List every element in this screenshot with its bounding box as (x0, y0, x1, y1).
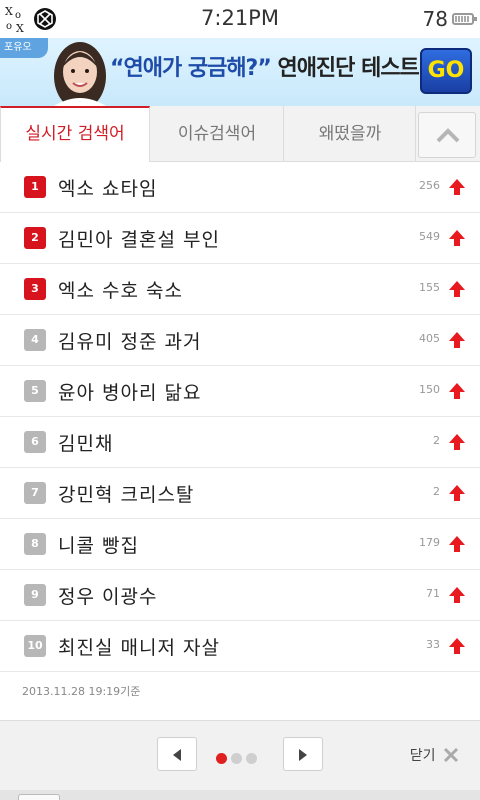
rank-badge: 5 (24, 380, 46, 402)
chevron-up-icon (436, 128, 460, 143)
arrow-up-icon (449, 587, 465, 603)
rise-count: 2 (433, 434, 440, 447)
tab-issue[interactable]: 이슈검색어 (151, 106, 284, 162)
keyword-text: 윤아 병아리 닮요 (58, 382, 202, 404)
banner-go-button[interactable]: GO (420, 48, 472, 94)
triangle-left-icon (173, 749, 181, 761)
keyword-text: 니콜 빵집 (58, 535, 139, 557)
keyword-tabs: 실시간 검색어 이슈검색어 왜떴을까 (0, 106, 480, 162)
arrow-up-icon (449, 638, 465, 654)
rank-badge: 8 (24, 533, 46, 555)
arrow-up-icon (449, 179, 465, 195)
collapse-button[interactable] (418, 112, 476, 158)
arrow-up-icon (449, 230, 465, 246)
keyword-text: 김민아 결혼설 부인 (58, 229, 220, 251)
arrow-up-icon (449, 485, 465, 501)
rank-badge: 6 (24, 431, 46, 453)
banner-model-image (40, 38, 120, 106)
banner-headline: “연애가 궁금해?” 연애진단 테스트 (110, 50, 420, 82)
rank-badge: 9 (24, 584, 46, 606)
keyword-row[interactable]: 8 니콜 빵집 179 (0, 519, 480, 570)
keyword-row[interactable]: 1 엑소 쇼타임 256 (0, 162, 480, 213)
keyword-row[interactable]: 7 강민혁 크리스탈 2 (0, 468, 480, 519)
keyword-text: 강민혁 크리스탈 (58, 484, 195, 506)
keyword-text: 엑소 수호 숙소 (58, 280, 183, 302)
rise-count: 155 (419, 281, 440, 294)
rise-count: 2 (433, 485, 440, 498)
keyword-row[interactable]: 5 윤아 병아리 닮요 150 (0, 366, 480, 417)
battery-level: 78 (422, 7, 448, 31)
keyword-text: 김민채 (58, 433, 114, 455)
rise-count: 179 (419, 536, 440, 549)
tab-realtime[interactable]: 실시간 검색어 (0, 106, 150, 162)
tab-why-trending[interactable]: 왜떴을까 (285, 106, 416, 162)
keyword-row[interactable]: 4 김유미 정준 과거 405 (0, 315, 480, 366)
close-button[interactable]: 닫기 (410, 745, 460, 769)
page-dot[interactable] (246, 753, 257, 764)
rank-badge: 4 (24, 329, 46, 351)
bottom-nav: 닫기 (0, 721, 480, 790)
timestamp: 2013.11.28 19:19기준 (22, 685, 141, 698)
rise-count: 549 (419, 230, 440, 243)
keyword-text: 김유미 정준 과거 (58, 331, 202, 353)
battery-icon (452, 13, 477, 25)
rank-badge: 1 (24, 176, 46, 198)
banner-headline-quote: “연애가 궁금해?” (110, 56, 272, 81)
ad-banner[interactable]: 포유오 “연애가 궁금해?” 연애진단 테스트 GO (0, 38, 480, 106)
page-dot[interactable] (231, 753, 242, 764)
arrow-up-icon (449, 383, 465, 399)
close-icon (443, 747, 459, 763)
arrow-up-icon (449, 332, 465, 348)
keyword-row[interactable]: 3 엑소 수호 숙소 155 (0, 264, 480, 315)
keyword-row[interactable]: 9 정우 이광수 71 (0, 570, 480, 621)
status-bar: X o o X 7:21PM 78 (0, 0, 480, 38)
keyword-row[interactable]: 6 김민채 2 (0, 417, 480, 468)
arrow-up-icon (449, 536, 465, 552)
rise-count: 150 (419, 383, 440, 396)
page-dot[interactable] (216, 753, 227, 764)
keyword-text: 정우 이광수 (58, 586, 158, 608)
prev-page-button[interactable] (157, 737, 197, 771)
keyword-row[interactable]: 2 김민아 결혼설 부인 549 (0, 213, 480, 264)
next-page-button[interactable] (283, 737, 323, 771)
banner-headline-emph: 연애진단 테스트 (277, 56, 419, 81)
bottom-strip (0, 790, 480, 800)
keyword-text: 최진실 매니저 자살 (58, 637, 220, 659)
rise-count: 33 (426, 638, 440, 651)
arrow-up-icon (449, 434, 465, 450)
page-indicator (216, 749, 261, 764)
arrow-up-icon (449, 281, 465, 297)
rise-count: 71 (426, 587, 440, 600)
triangle-right-icon (299, 749, 307, 761)
rank-badge: 10 (24, 635, 46, 657)
bottom-tab-stub (18, 794, 60, 800)
rank-badge: 7 (24, 482, 46, 504)
keyword-text: 엑소 쇼타임 (58, 178, 158, 200)
rise-count: 405 (419, 332, 440, 345)
close-label: 닫기 (409, 748, 436, 764)
rank-badge: 2 (24, 227, 46, 249)
rank-badge: 3 (24, 278, 46, 300)
keyword-row[interactable]: 10 최진실 매니저 자살 33 (0, 621, 480, 672)
keyword-list: 1 엑소 쇼타임 256 2 김민아 결혼설 부인 549 3 엑소 수호 숙소 155 4 김유미… (0, 162, 480, 672)
status-time: 7:21PM (201, 6, 279, 30)
rise-count: 256 (419, 179, 440, 192)
